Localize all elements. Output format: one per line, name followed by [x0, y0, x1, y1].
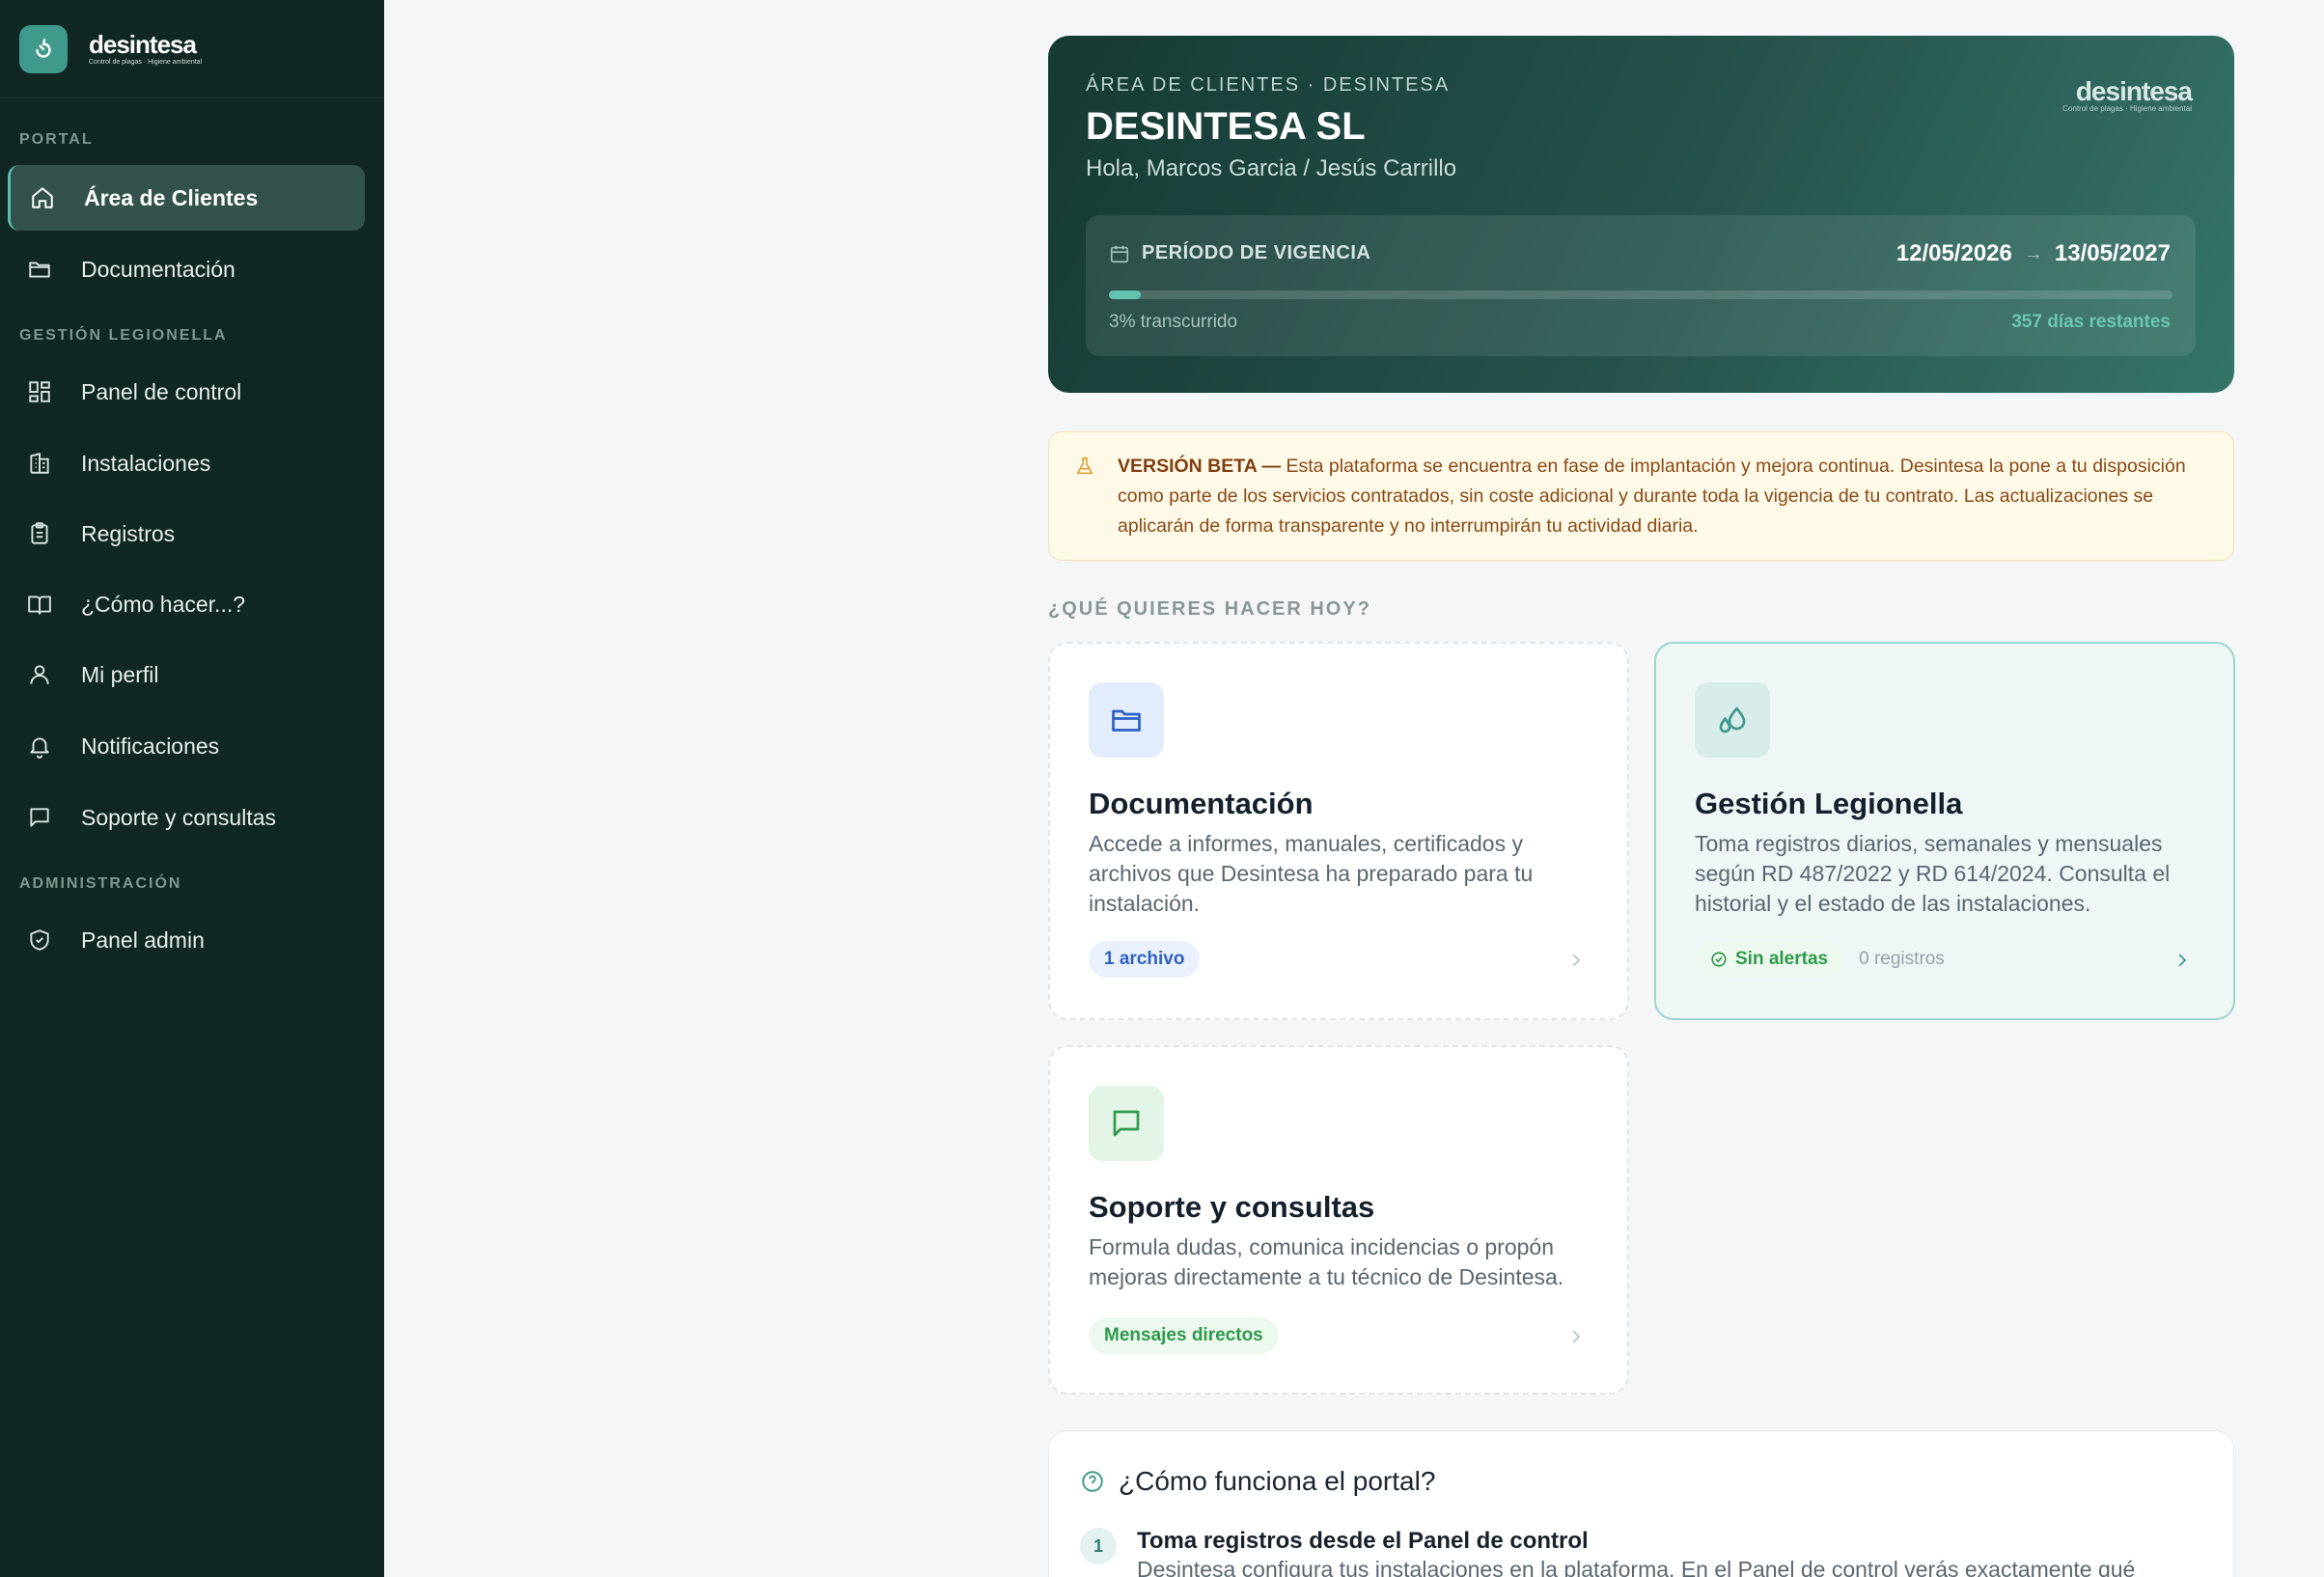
- brand-mark-icon[interactable]: [19, 24, 68, 73]
- sidebar-item-como-hacer[interactable]: ¿Cómo hacer...?: [8, 571, 365, 637]
- check-circle-icon: [1711, 952, 1727, 967]
- hero-logo-name: desintesa: [2075, 76, 2193, 106]
- vigencia-elapsed: 3% transcurrido: [1109, 312, 1238, 332]
- vigencia-start: 12/05/2026: [1895, 240, 2012, 266]
- client-name: DESINTESA SL: [1086, 105, 1366, 148]
- direct-messages-badge: Mensajes directos: [1089, 1317, 1279, 1354]
- card-description: Accede a informes, manuales, certificado…: [1089, 831, 1534, 916]
- folder-icon: [1089, 682, 1164, 758]
- user-icon: [25, 660, 54, 689]
- flask-icon: [1074, 454, 1095, 484]
- sidebar-item-label: Soporte y consultas: [81, 804, 277, 830]
- vigencia-progress-fill: [1109, 290, 1142, 299]
- sidebar-item-label: Notificaciones: [81, 733, 220, 759]
- sidebar-item-documentacion[interactable]: Documentación: [8, 236, 365, 302]
- help-circle-icon: [1082, 1471, 1103, 1492]
- sidebar-item-instalaciones[interactable]: Instalaciones: [8, 430, 365, 496]
- sidebar-item-notificaciones[interactable]: Notificaciones: [8, 713, 365, 779]
- greeting: Hola, Marcos Garcia / Jesús Carrillo: [1086, 155, 1457, 181]
- chevron-right-icon: [1567, 1327, 1585, 1351]
- sidebar-item-label: Mi perfil: [81, 661, 159, 687]
- card-title: Soporte y consultas: [1089, 1190, 1375, 1224]
- chevron-right-icon: [1567, 951, 1585, 975]
- shield-icon: [25, 926, 54, 954]
- brand-tagline: Control de plagas · Higiene ambiental: [89, 59, 203, 66]
- nav-section-legionella: GESTIÓN LEGIONELLA: [19, 327, 228, 344]
- droplets-icon: [1695, 682, 1770, 758]
- hero-eyebrow: ÁREA DE CLIENTES · DESINTESA: [1086, 74, 1451, 96]
- alerts-status-text: Sin alertas: [1735, 949, 1829, 969]
- files-count-badge: 1 archivo: [1089, 941, 1201, 978]
- sidebar-item-registros[interactable]: Registros: [8, 501, 365, 567]
- folder-icon: [25, 255, 54, 284]
- hero-logo-tagline: Control de plagas · Higiene ambiental: [2062, 104, 2192, 113]
- sidebar-item-panel-control[interactable]: Panel de control: [8, 359, 365, 425]
- vigencia-label-text: PERÍODO DE VIGENCIA: [1142, 242, 1371, 263]
- vigencia-panel: PERÍODO DE VIGENCIA 12/05/2026 → 13/05/2…: [1086, 215, 2196, 356]
- sidebar-item-label: Registros: [81, 520, 176, 546]
- card-description: Toma registros diarios, semanales y mens…: [1695, 831, 2171, 916]
- calendar-icon: [1110, 245, 1129, 263]
- howto-title: ¿Cómo funciona el portal?: [1119, 1466, 1436, 1496]
- brand-logo: desintesa Control de plagas · Higiene am…: [89, 32, 202, 66]
- beta-title: VERSIÓN BETA —: [1118, 456, 1282, 477]
- howto-panel: ¿Cómo funciona el portal? 1 Toma registr…: [1048, 1430, 2234, 1577]
- nav-section-portal: PORTAL: [19, 131, 94, 148]
- sidebar-item-label: Documentación: [81, 256, 235, 282]
- arrow-right-icon: →: [2023, 242, 2043, 264]
- step-number: 1: [1080, 1528, 1117, 1564]
- chevron-right-icon: [2173, 951, 2191, 975]
- vigencia-end: 13/05/2027: [2054, 240, 2171, 266]
- records-count: 0 registros: [1859, 949, 1945, 969]
- sidebar-item-mi-perfil[interactable]: Mi perfil: [8, 642, 365, 707]
- sidebar-item-label: Instalaciones: [81, 450, 211, 476]
- brand: desintesa Control de plagas · Higiene am…: [0, 0, 384, 98]
- sidebar: desintesa Control de plagas · Higiene am…: [0, 0, 384, 1577]
- sidebar-item-label: Área de Clientes: [84, 184, 259, 210]
- book-icon: [25, 590, 54, 619]
- card-documentacion[interactable]: Documentación Accede a informes, manuale…: [1048, 642, 1629, 1020]
- hero-logo: desintesa Control de plagas · Higiene am…: [2062, 76, 2193, 113]
- building-icon: [25, 449, 54, 478]
- vigencia-progress-bar: [1109, 290, 2172, 299]
- sidebar-item-panel-admin[interactable]: Panel admin: [8, 907, 365, 973]
- step-title: Toma registros desde el Panel de control: [1137, 1528, 1589, 1554]
- message-icon: [25, 803, 54, 832]
- card-chips: 1 archivo: [1089, 941, 1201, 978]
- hero-card: ÁREA DE CLIENTES · DESINTESA DESINTESA S…: [1048, 36, 2234, 393]
- card-soporte[interactable]: Soporte y consultas Formula dudas, comun…: [1048, 1045, 1629, 1395]
- sidebar-item-label: ¿Cómo hacer...?: [81, 591, 246, 617]
- card-title: Gestión Legionella: [1695, 787, 1963, 820]
- beta-notice: VERSIÓN BETA — Esta plataforma se encuen…: [1048, 431, 2234, 561]
- sidebar-item-label: Panel admin: [81, 927, 205, 953]
- beta-text: VERSIÓN BETA — Esta plataforma se encuen…: [1118, 452, 2199, 541]
- card-chips: Sin alertas 0 registros: [1695, 941, 1945, 978]
- sidebar-item-label: Panel de control: [81, 378, 242, 404]
- card-title: Documentación: [1089, 787, 1314, 820]
- bell-icon: [25, 732, 54, 761]
- message-icon: [1089, 1086, 1164, 1161]
- card-gestion-legionella[interactable]: Gestión Legionella Toma registros diario…: [1654, 642, 2235, 1020]
- section-question: ¿QUÉ QUIERES HACER HOY?: [1048, 598, 1371, 620]
- card-description: Formula dudas, comunica incidencias o pr…: [1089, 1234, 1564, 1289]
- dashboard-icon: [25, 377, 54, 406]
- sidebar-item-soporte[interactable]: Soporte y consultas: [8, 785, 365, 850]
- howto-heading: ¿Cómo funciona el portal?: [1080, 1466, 1435, 1497]
- card-chips: Mensajes directos: [1089, 1317, 1279, 1354]
- vigencia-dates: 12/05/2026 → 13/05/2027: [1896, 240, 2171, 267]
- brand-name: desintesa: [89, 30, 197, 59]
- sidebar-item-area-clientes[interactable]: Área de Clientes: [8, 165, 365, 231]
- vigencia-remaining: 357 días restantes: [2011, 312, 2171, 332]
- alerts-status-badge: Sin alertas: [1695, 941, 1844, 978]
- home-icon: [28, 183, 57, 212]
- nav-section-admin: ADMINISTRACIÓN: [19, 875, 182, 892]
- clipboard-icon: [25, 519, 54, 548]
- vigencia-label: PERÍODO DE VIGENCIA: [1109, 242, 1370, 264]
- step-description: Desintesa configura tus instalaciones en…: [1137, 1557, 2136, 1577]
